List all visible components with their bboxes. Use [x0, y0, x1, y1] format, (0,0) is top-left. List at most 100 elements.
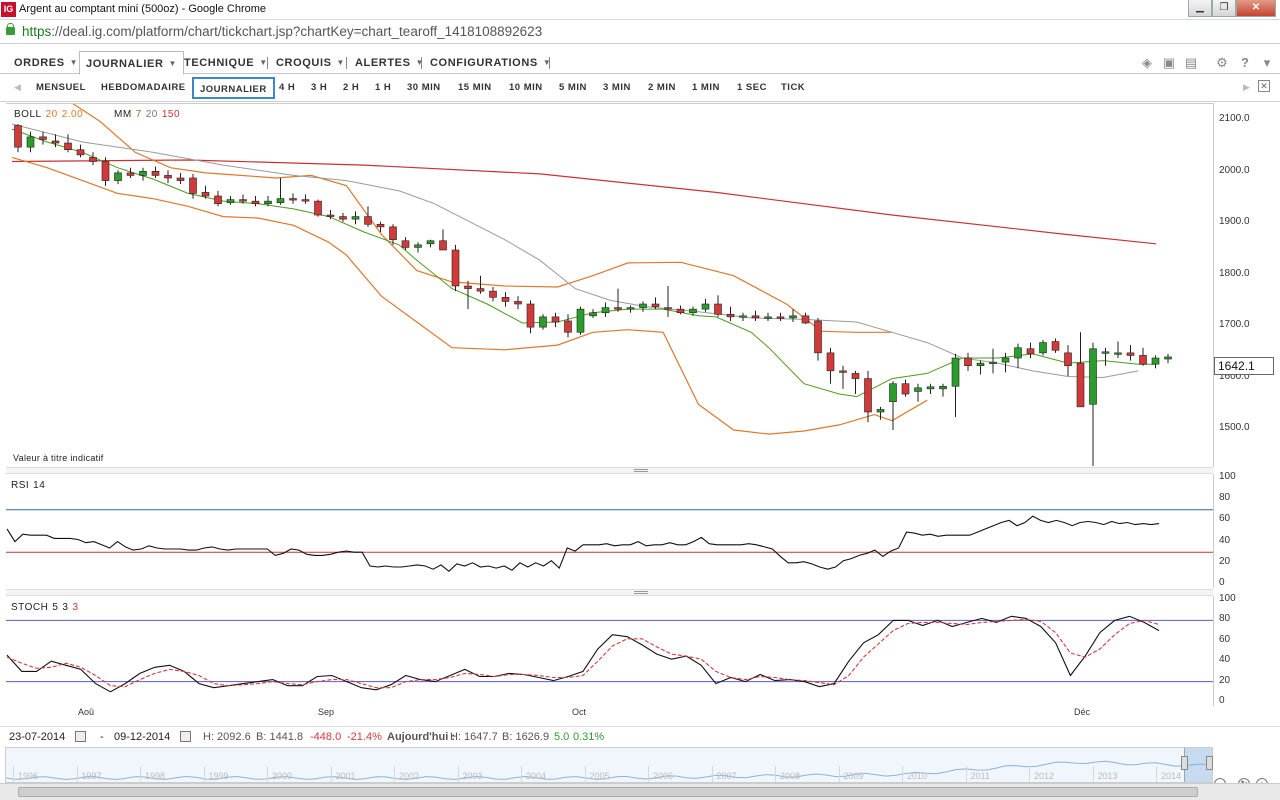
tf-10min[interactable]: 10 MIN: [509, 82, 543, 93]
navigator-year-divider: [711, 766, 713, 782]
navigator-year-label: 2014: [1161, 771, 1182, 781]
candle-up: [951, 357, 960, 387]
navigator-year-label: 2004: [526, 771, 547, 781]
navigator-year-label: 2011: [970, 771, 990, 781]
price-pane[interactable]: BOLL 20 2.00 MM 7 20 150 Valeur à titre indic…: [6, 103, 1213, 467]
mm150-line: [11, 159, 1157, 245]
candle-down: [76, 149, 85, 156]
candle-down: [1051, 341, 1060, 351]
tf-mensuel[interactable]: MENSUEL: [36, 82, 86, 93]
tf-4h[interactable]: 4 H: [279, 82, 295, 93]
tf-2h[interactable]: 2 H: [343, 82, 359, 93]
stoch-pane[interactable]: STOCH 5 3 3: [6, 596, 1213, 706]
close-window-button[interactable]: ✕: [1236, 0, 1276, 17]
oscillator-tick-label: 60: [1219, 633, 1231, 645]
candle-down: [526, 303, 535, 328]
maximize-button[interactable]: ❐: [1212, 0, 1236, 17]
oscillator-tick-label: 0: [1219, 695, 1225, 706]
candle-up: [351, 216, 360, 220]
menu-alertes[interactable]: ALERTES ▼: [355, 51, 424, 74]
tf-journalier[interactable]: JOURNALIER: [192, 77, 275, 99]
candle-down: [664, 307, 672, 310]
candle-down: [814, 320, 822, 354]
navigator-year-label: 2005: [589, 771, 610, 781]
navigator-right-handle[interactable]: [1206, 756, 1213, 770]
minimize-button[interactable]: ▁: [1188, 0, 1212, 17]
menu-ordres[interactable]: ORDRES ▼: [14, 51, 78, 74]
navigator-year-label: 1998: [145, 771, 166, 781]
navigator-year-divider: [521, 766, 522, 782]
price-tick-label: 1700.0: [1219, 319, 1250, 331]
pin-icon[interactable]: ▾: [1260, 56, 1274, 70]
candle-down: [364, 216, 372, 225]
period-change-pct: -21.4%: [347, 731, 382, 743]
tf-5min[interactable]: 5 MIN: [559, 82, 587, 93]
menu-separator: [549, 57, 550, 69]
menu-configurations[interactable]: CONFIGURATIONS ▼: [430, 51, 551, 74]
candle-down: [301, 199, 310, 202]
candle-down: [151, 171, 160, 176]
menu-label: ORDRES: [14, 57, 65, 69]
address-bar[interactable]: https://deal.ig.com/platform/chart/tickc…: [0, 20, 1280, 44]
layers-icon[interactable]: ◈: [1140, 56, 1154, 70]
scroll-left-icon[interactable]: ◀: [14, 82, 21, 93]
navigator-year-divider: [648, 766, 649, 782]
tf-3h[interactable]: 3 H: [311, 82, 327, 93]
navigator-year-label: 2003: [462, 771, 483, 781]
image-icon[interactable]: ▣: [1162, 56, 1176, 70]
candle-down: [851, 373, 860, 379]
calendar-icon[interactable]: [75, 731, 86, 742]
url-text[interactable]: https://deal.ig.com/platform/chart/tickc…: [22, 24, 542, 39]
navigator-year-label: 2009: [843, 771, 864, 781]
tf-2min[interactable]: 2 MIN: [648, 82, 676, 93]
navigator-year-divider: [584, 766, 586, 782]
chevron-down-icon: ▼: [415, 58, 425, 67]
candle-down: [1126, 352, 1135, 356]
navigator-year-label: 1999: [208, 771, 229, 781]
close-panel-icon[interactable]: ✕: [1258, 80, 1270, 92]
menu-journalier[interactable]: JOURNALIER ▼: [79, 51, 185, 75]
tf-1h[interactable]: 1 H: [375, 82, 391, 93]
navigator[interactable]: 1996 1997 1998 1999 2000 2001 2002 2003 2004 2005…: [5, 747, 1213, 783]
scroll-right-icon[interactable]: ▶: [1243, 82, 1250, 93]
window-titlebar: IG Argent au comptant mini (500oz) - Goo…: [0, 0, 1280, 20]
navigator-year-label: 2013: [1097, 771, 1118, 781]
help-icon[interactable]: ?: [1238, 56, 1252, 70]
scrollbar-thumb[interactable]: [18, 787, 1198, 797]
period-low: B: 1441.8: [256, 731, 304, 743]
tf-1min[interactable]: 1 MIN: [692, 82, 720, 93]
timeframe-bar: ◀ MENSUEL HEBDOMADAIRE JOURNALIER 4 H 3 …: [0, 75, 1280, 102]
candle-down: [451, 249, 460, 287]
price-tick-label: 2100.0: [1219, 113, 1250, 125]
print-icon[interactable]: ▤: [1184, 56, 1198, 70]
menu-technique[interactable]: TECHNIQUE ▼: [184, 51, 268, 74]
menu-croquis[interactable]: CROQUIS ▼: [276, 51, 345, 74]
oscillator-tick-label: 40: [1219, 654, 1231, 666]
candle-down: [826, 352, 835, 372]
candle-up: [689, 308, 697, 314]
candle-up: [26, 136, 35, 148]
pane-splitter[interactable]: [6, 467, 1213, 474]
candle-down: [901, 383, 910, 395]
navigator-year-label: 2000: [272, 771, 293, 781]
candle-down: [964, 357, 972, 367]
tf-hebdomadaire[interactable]: HEBDOMADAIRE: [101, 82, 186, 93]
tf-30min[interactable]: 30 MIN: [407, 82, 441, 93]
tf-tick[interactable]: TICK: [781, 82, 805, 93]
tf-3min[interactable]: 3 MIN: [603, 82, 631, 93]
calendar-icon[interactable]: [180, 731, 191, 742]
gear-icon[interactable]: ⚙: [1215, 56, 1229, 70]
range-start[interactable]: 23-07-2014: [9, 731, 65, 743]
candle-up: [1001, 357, 1010, 363]
horizontal-scrollbar[interactable]: [0, 783, 1280, 800]
tf-15min[interactable]: 15 MIN: [458, 82, 492, 93]
pane-splitter[interactable]: [6, 589, 1213, 596]
oscillator-tick-label: 80: [1219, 613, 1231, 625]
range-end[interactable]: 09-12-2014: [114, 731, 170, 743]
candle-up: [1039, 342, 1047, 354]
candle-up: [876, 409, 885, 413]
rsi-pane[interactable]: RSI 14: [6, 474, 1213, 588]
navigator-left-handle[interactable]: [1181, 756, 1188, 770]
candle-up: [701, 303, 710, 310]
tf-1sec[interactable]: 1 SEC: [737, 82, 767, 93]
